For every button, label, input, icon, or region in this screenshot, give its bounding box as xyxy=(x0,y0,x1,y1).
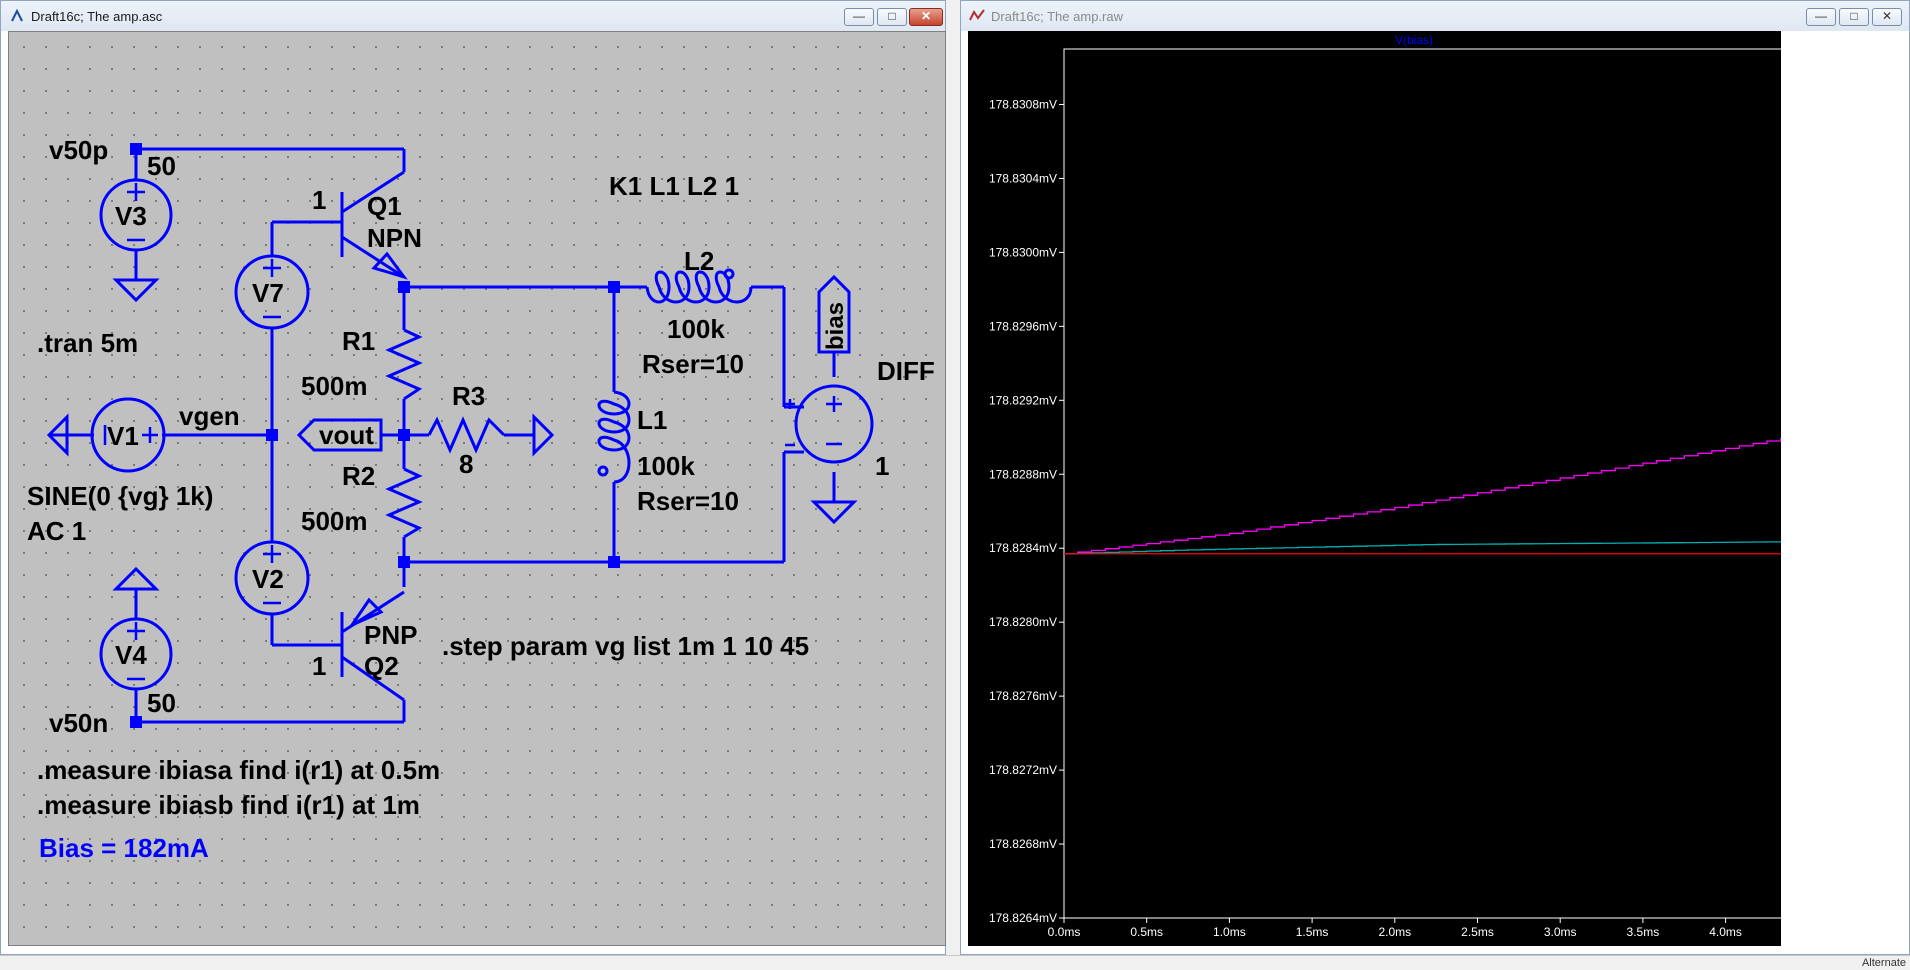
v4-value: 50 xyxy=(147,688,176,718)
l2-rser: Rser=10 xyxy=(642,349,744,379)
schematic-drawing: v50p 50 V3 v50n 50 V4 V7 V2 V1 vgen SINE… xyxy=(27,135,935,863)
y-tick-label[interactable]: 178.8284mV xyxy=(989,541,1057,555)
y-tick-label[interactable]: 178.8308mV xyxy=(989,97,1057,111)
waveform-close-button[interactable]: ✕ xyxy=(1872,8,1902,26)
close-button[interactable]: ✕ xyxy=(909,8,943,26)
x-tick-label[interactable]: 1.5ms xyxy=(1296,925,1329,939)
waveform-minimize-button[interactable]: — xyxy=(1806,8,1836,26)
q1-model: NPN xyxy=(367,223,422,253)
q2-label: Q2 xyxy=(364,651,399,681)
q1-label: Q1 xyxy=(367,191,402,221)
r3-label: R3 xyxy=(452,381,485,411)
trace-line-2[interactable] xyxy=(1064,541,1781,555)
q2-area: 1 xyxy=(312,651,326,681)
v3-label: V3 xyxy=(115,201,147,231)
waveform-window-title: Draft16c; The amp.raw xyxy=(991,9,1123,24)
v4-label: V4 xyxy=(115,640,147,670)
x-tick-label[interactable]: 3.5ms xyxy=(1627,925,1660,939)
schematic-window[interactable]: Draft16c; The amp.asc — □ ✕ v50p 50 V3 v… xyxy=(0,0,946,955)
y-tick-label[interactable]: 178.8296mV xyxy=(989,319,1057,333)
r1-value: 500m xyxy=(301,371,368,401)
waveform-chart[interactable]: V(bias) 0.0ms 0.5ms 1.0ms 1.5ms 2.0ms 2.5ms 3.… xyxy=(968,31,1781,946)
y-tick-label[interactable]: 178.8272mV xyxy=(989,763,1057,777)
y-tick-label[interactable]: 178.8292mV xyxy=(989,393,1057,407)
status-text: Alternate xyxy=(1861,957,1906,969)
plot-frame xyxy=(1063,48,1781,919)
coupling-directive[interactable]: K1 L1 L2 1 xyxy=(609,171,739,201)
waveform-window[interactable]: Draft16c; The amp.raw — □ ✕ V(bias) 0.0m… xyxy=(960,0,1910,955)
diff-label: DIFF xyxy=(877,356,935,386)
y-tick-label[interactable]: 178.8280mV xyxy=(989,615,1057,629)
v2-label: V2 xyxy=(252,564,284,594)
r2-label: R2 xyxy=(342,461,375,491)
x-tick-label[interactable]: 4.0ms xyxy=(1709,925,1742,939)
r3-value: 8 xyxy=(459,449,473,479)
v1-value-line1: SINE(0 {vg} 1k) xyxy=(27,481,213,511)
r2-value: 500m xyxy=(301,506,368,536)
v1-value-line2: AC 1 xyxy=(27,516,86,546)
v1-label: V1 xyxy=(107,421,139,451)
y-tick-label[interactable]: 178.8288mV xyxy=(989,467,1057,481)
tran-directive[interactable]: .tran 5m xyxy=(37,328,138,358)
q1-area: 1 xyxy=(312,185,326,215)
y-tick-label[interactable]: 178.8264mV xyxy=(989,911,1057,925)
waveform-viewer-icon xyxy=(969,9,985,21)
net-label-bias: bias xyxy=(822,302,849,350)
l1-label: L1 xyxy=(637,405,667,435)
r1-label: R1 xyxy=(342,326,375,356)
x-tick-label[interactable]: 0.5ms xyxy=(1130,925,1163,939)
step-directive[interactable]: .step param vg list 1m 1 10 45 xyxy=(442,631,809,661)
trace-line-1[interactable] xyxy=(1064,419,1781,555)
v7-label: V7 xyxy=(252,278,284,308)
y-tick-label[interactable]: 178.8268mV xyxy=(989,837,1057,851)
net-label-v50p: v50p xyxy=(49,135,108,165)
waveform-maximize-button[interactable]: □ xyxy=(1839,8,1869,26)
net-label-vout: vout xyxy=(319,420,374,450)
bias-comment[interactable]: Bias = 182mA xyxy=(39,833,209,863)
waveform-plot-pane[interactable]: V(bias) 0.0ms 0.5ms 1.0ms 1.5ms 2.0ms 2.5ms 3.… xyxy=(968,31,1781,946)
maximize-button[interactable]: □ xyxy=(877,8,907,26)
status-bar: Alternate xyxy=(0,955,1910,970)
l1-rser: Rser=10 xyxy=(637,486,739,516)
x-tick-label[interactable]: 3.0ms xyxy=(1544,925,1577,939)
l2-label: L2 xyxy=(684,246,714,276)
window-splitter[interactable] xyxy=(946,0,960,955)
l2-value: 100k xyxy=(667,314,725,344)
ltspice-schematic-icon xyxy=(11,8,23,22)
net-label-v50n: v50n xyxy=(49,708,108,738)
net-label-vgen: vgen xyxy=(179,401,240,431)
waveform-titlebar[interactable]: Draft16c; The amp.raw — □ ✕ xyxy=(961,1,1909,31)
minimize-button[interactable]: — xyxy=(844,8,874,26)
l1-value: 100k xyxy=(637,451,695,481)
y-tick-label[interactable]: 178.8300mV xyxy=(989,245,1057,259)
y-tick-label[interactable]: 178.8304mV xyxy=(989,171,1057,185)
trace-title[interactable]: V(bias) xyxy=(1395,33,1433,47)
x-tick-label[interactable]: 2.0ms xyxy=(1378,925,1411,939)
diff-value: 1 xyxy=(875,451,889,481)
x-tick-label[interactable]: 2.5ms xyxy=(1461,925,1494,939)
v3-value: 50 xyxy=(147,151,176,181)
schematic-titlebar[interactable]: Draft16c; The amp.asc — □ ✕ xyxy=(1,1,945,31)
q2-model: PNP xyxy=(364,620,417,650)
measure-ibiasb-directive[interactable]: .measure ibiasb find i(r1) at 1m xyxy=(37,790,420,820)
schematic-window-title: Draft16c; The amp.asc xyxy=(31,9,163,24)
x-tick-label[interactable]: 1.0ms xyxy=(1213,925,1246,939)
y-tick-label[interactable]: 178.8276mV xyxy=(989,689,1057,703)
schematic-canvas[interactable]: v50p 50 V3 v50n 50 V4 V7 V2 V1 vgen SINE… xyxy=(8,31,946,946)
measure-ibiasa-directive[interactable]: .measure ibiasa find i(r1) at 0.5m xyxy=(37,755,440,785)
x-tick-label[interactable]: 0.0ms xyxy=(1048,925,1081,939)
